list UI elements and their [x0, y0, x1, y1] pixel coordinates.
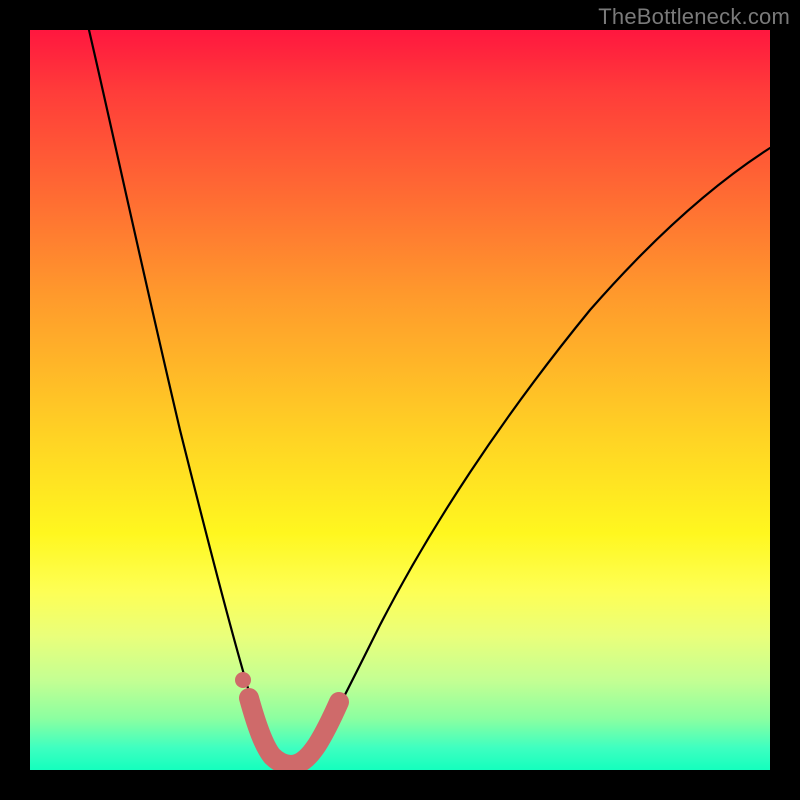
watermark-text: TheBottleneck.com	[598, 4, 790, 30]
bottleneck-curve	[30, 30, 770, 770]
curve-path	[89, 30, 770, 765]
chart-frame: TheBottleneck.com	[0, 0, 800, 800]
optimal-range-highlight	[249, 698, 339, 765]
highlight-dot	[235, 672, 251, 688]
plot-area	[30, 30, 770, 770]
